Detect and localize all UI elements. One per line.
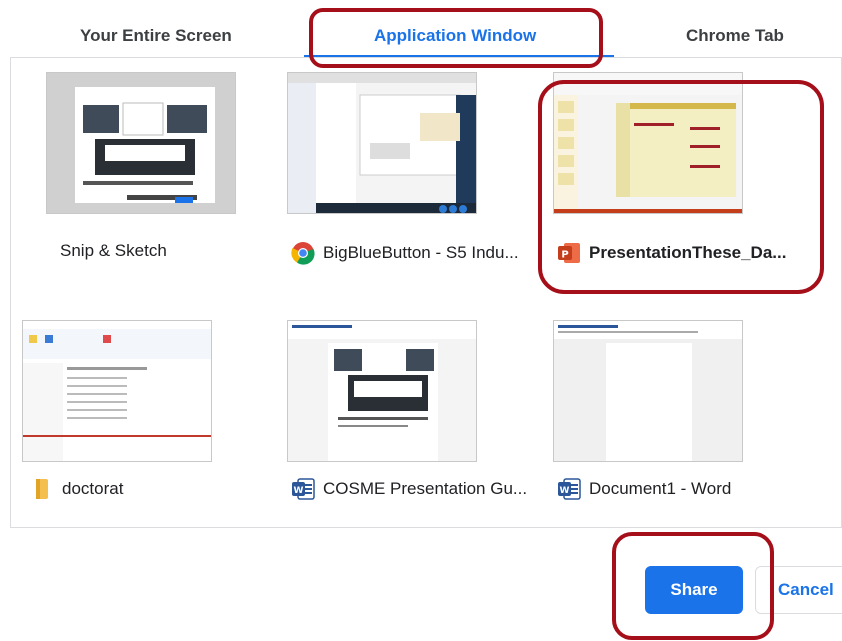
window-item-bigbluebutton[interactable]: BigBlueButton - S5 Indu...: [291, 241, 519, 265]
highlight-application-window-tab: [309, 8, 603, 68]
window-item-snip-sketch[interactable]: Snip & Sketch: [60, 241, 167, 261]
thumbnail-preview: [288, 321, 476, 461]
svg-text:W: W: [560, 486, 570, 496]
chrome-icon: [291, 241, 315, 265]
thumbnail-preview: [47, 73, 235, 213]
window-thumbnail-document1[interactable]: [553, 320, 743, 462]
window-title: Snip & Sketch: [60, 241, 167, 260]
highlight-presentation-window: [538, 80, 824, 294]
window-thumbnail-doctorat[interactable]: [22, 320, 212, 462]
word-icon: W: [291, 477, 315, 501]
window-thumbnail-bigbluebutton[interactable]: [287, 72, 477, 214]
thumbnail-preview: [554, 321, 742, 461]
window-item-cosme[interactable]: W COSME Presentation Gu...: [291, 477, 527, 501]
window-title: Document1 - Word: [589, 479, 732, 498]
folder-icon: [30, 477, 54, 501]
word-icon: W: [557, 477, 581, 501]
window-title: COSME Presentation Gu...: [323, 479, 528, 498]
window-thumbnail-cosme[interactable]: [287, 320, 477, 462]
window-thumbnail-snip-sketch[interactable]: [46, 72, 236, 214]
window-item-document1[interactable]: W Document1 - Word: [557, 477, 731, 501]
tab-your-entire-screen[interactable]: Your Entire Screen: [80, 26, 232, 46]
thumbnail-preview: [23, 321, 211, 461]
window-item-doctorat[interactable]: doctorat: [30, 477, 123, 501]
window-title: BigBlueButton - S5 Indu...: [323, 243, 519, 262]
window-title: doctorat: [62, 479, 124, 498]
thumbnail-preview: [288, 73, 476, 213]
svg-text:W: W: [294, 486, 304, 496]
tab-chrome-tab[interactable]: Chrome Tab: [686, 26, 784, 46]
highlight-share-button: [612, 532, 774, 640]
